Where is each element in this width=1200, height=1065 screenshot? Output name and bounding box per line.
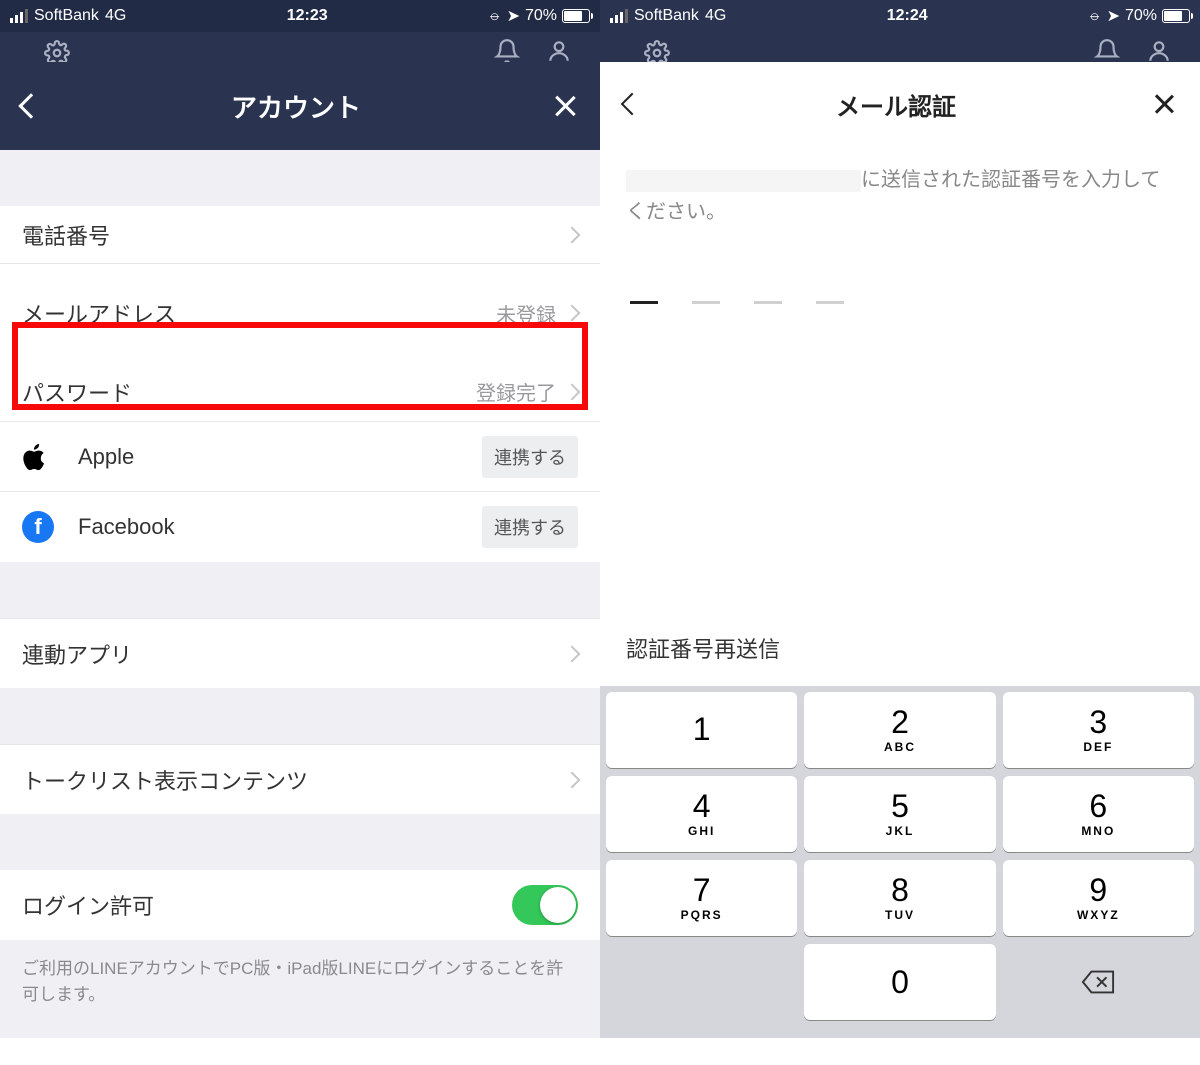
resend-code-button[interactable]: 認証番号再送信 — [600, 632, 1200, 664]
app-bar-partial — [600, 32, 1200, 62]
verification-code-input[interactable] — [600, 228, 1200, 324]
gear-icon — [44, 40, 70, 62]
close-icon[interactable] — [552, 93, 578, 119]
email-redacted — [626, 170, 861, 192]
bell-icon — [1094, 38, 1120, 62]
carrier-label: SoftBank — [634, 7, 699, 25]
page-title: メール認証 — [836, 87, 956, 122]
nav-header: アカウント — [0, 62, 600, 150]
back-icon[interactable] — [621, 93, 644, 116]
network-label: 4G — [705, 7, 726, 25]
app-bar-partial — [0, 32, 600, 62]
code-digit-4[interactable] — [816, 278, 844, 304]
nav-header: メール認証 — [600, 64, 1200, 144]
chevron-right-icon — [564, 645, 581, 662]
code-digit-3[interactable] — [754, 278, 782, 304]
row-email[interactable]: メールアドレス 未登録 — [0, 264, 600, 362]
apple-label: Apple — [78, 444, 482, 470]
clock: 12:24 — [726, 7, 1088, 25]
verification-instruction: に送信された認証番号を入力してください。 — [600, 144, 1200, 228]
signal-icon — [610, 9, 628, 23]
apple-icon — [22, 442, 48, 472]
signal-icon — [10, 9, 28, 23]
facebook-link-button[interactable]: 連携する — [482, 506, 578, 548]
person-icon — [1146, 38, 1172, 62]
back-icon[interactable] — [18, 93, 43, 118]
apple-link-button[interactable]: 連携する — [482, 436, 578, 478]
close-icon[interactable] — [1152, 92, 1176, 116]
orientation-lock-icon: ⦵ — [488, 7, 501, 25]
chevron-right-icon — [564, 383, 581, 400]
linked-apps-label: 連動アプリ — [22, 638, 566, 670]
status-bar: SoftBank 4G 12:23 ⦵ ➤ 70% — [0, 0, 600, 32]
gear-icon — [644, 40, 670, 62]
phone-label: 電話番号 — [22, 219, 358, 251]
row-phone[interactable]: 電話番号 — [0, 206, 600, 264]
code-digit-1[interactable] — [630, 278, 658, 304]
battery-percent: 70% — [1125, 7, 1157, 25]
code-digit-2[interactable] — [692, 278, 720, 304]
keypad-3[interactable]: 3DEF — [1003, 692, 1194, 768]
keypad-2[interactable]: 2ABC — [804, 692, 995, 768]
person-icon — [546, 38, 572, 62]
keypad-1[interactable]: 1 — [606, 692, 797, 768]
password-label: パスワード — [22, 376, 476, 408]
orientation-lock-icon: ⦵ — [1088, 7, 1101, 25]
battery-icon — [1162, 9, 1190, 23]
facebook-icon: f — [22, 511, 54, 543]
location-icon: ➤ — [1107, 6, 1120, 26]
keypad-8[interactable]: 8TUV — [804, 860, 995, 936]
row-facebook: f Facebook 連携する — [0, 492, 600, 562]
status-bar: SoftBank 4G 12:24 ⦵ ➤ 70% — [600, 0, 1200, 32]
keypad-6[interactable]: 6MNO — [1003, 776, 1194, 852]
row-talklist[interactable]: トークリスト表示コンテンツ — [0, 744, 600, 814]
keypad-4[interactable]: 4GHI — [606, 776, 797, 852]
password-value: 登録完了 — [476, 377, 556, 406]
row-password[interactable]: パスワード 登録完了 — [0, 362, 600, 422]
row-apple: Apple 連携する — [0, 422, 600, 492]
backspace-icon — [1081, 969, 1115, 995]
chevron-right-icon — [564, 226, 581, 243]
login-allow-label: ログイン許可 — [22, 889, 512, 921]
phone-value-masked — [358, 222, 558, 248]
facebook-label: Facebook — [78, 514, 482, 540]
email-value: 未登録 — [496, 299, 556, 328]
numeric-keypad: 1 2ABC 3DEF 4GHI 5JKL 6MNO 7PQRS 8TUV 9W… — [600, 686, 1200, 1038]
clock: 12:23 — [126, 7, 488, 25]
login-allow-description: ご利用のLINEアカウントでPC版・iPad版LINEにログインすることを許可し… — [0, 940, 600, 1023]
keypad-7[interactable]: 7PQRS — [606, 860, 797, 936]
network-label: 4G — [105, 7, 126, 25]
row-linked-apps[interactable]: 連動アプリ — [0, 618, 600, 688]
page-title: アカウント — [231, 88, 361, 125]
bell-icon — [494, 38, 520, 62]
chevron-right-icon — [564, 305, 581, 322]
battery-percent: 70% — [525, 7, 557, 25]
keypad-backspace[interactable] — [1003, 944, 1194, 1020]
chevron-right-icon — [564, 771, 581, 788]
keypad-0[interactable]: 0 — [804, 944, 995, 1020]
location-icon: ➤ — [507, 6, 520, 26]
carrier-label: SoftBank — [34, 7, 99, 25]
email-label: メールアドレス — [22, 297, 496, 329]
keypad-5[interactable]: 5JKL — [804, 776, 995, 852]
talklist-label: トークリスト表示コンテンツ — [22, 764, 566, 796]
keypad-9[interactable]: 9WXYZ — [1003, 860, 1194, 936]
login-allow-toggle[interactable] — [512, 885, 578, 925]
battery-icon — [562, 9, 590, 23]
row-login-allow: ログイン許可 — [0, 870, 600, 940]
